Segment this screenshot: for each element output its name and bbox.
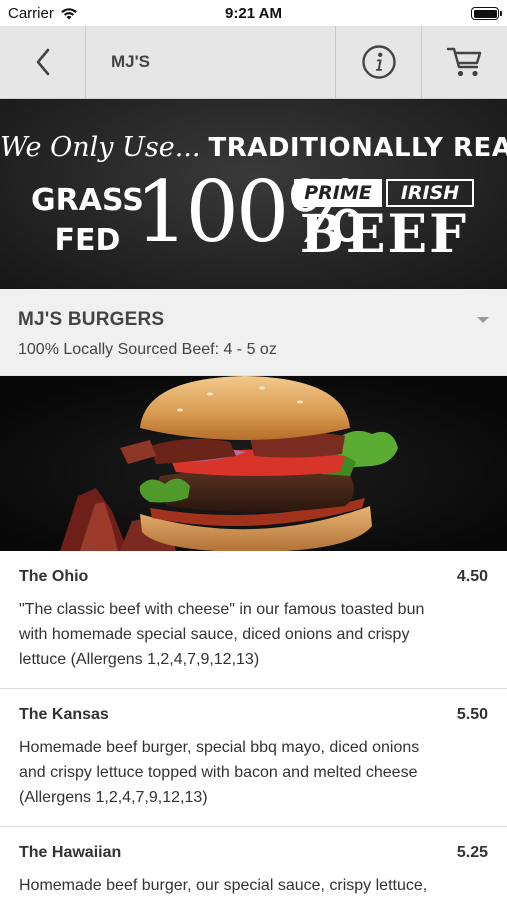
burger-image [0,376,507,551]
cart-icon [446,47,481,77]
item-name: The Kansas [19,706,109,723]
banner-prime-text: PRIME [294,179,382,207]
item-description: "The classic beef with cheese" in our fa… [19,601,425,668]
info-icon [361,45,396,79]
battery-icon [471,7,502,20]
banner-irish-text: IRISH [386,179,474,207]
category-title: MJ'S BURGERS [18,309,165,330]
info-button[interactable] [335,26,421,98]
caret-down-icon [477,317,489,323]
back-button[interactable] [0,26,86,98]
category-header[interactable]: MJ'S BURGERS 100% Locally Sourced Beef: … [0,289,507,376]
item-description: Homemade beef burger, our special sauce,… [19,877,428,894]
menu-item[interactable]: The Ohio 4.50 "The classic beef with che… [0,551,507,689]
item-description: Homemade beef burger, special bbq mayo, … [19,739,420,806]
promo-banner: We Only Use...TRADITIONALLY REARED GRASS… [0,99,507,289]
banner-grass-fed: GRASS FED [31,181,144,261]
menu-list: The Ohio 4.50 "The classic beef with che… [0,551,507,900]
item-name: The Ohio [19,568,89,585]
status-time: 9:21 AM [225,5,282,22]
item-name: The Hawaiian [19,844,122,861]
banner-caps-text: TRADITIONALLY REARED [208,133,507,163]
item-price: 4.50 [456,568,488,585]
nav-bar: MJ'S [0,26,507,99]
item-price: 5.25 [456,844,488,861]
banner-prime-irish: PRIME IRISH [294,179,474,207]
status-bar: Carrier 9:21 AM [0,0,507,26]
banner-grass-text: GRASS [31,183,144,218]
category-subtitle: 100% Locally Sourced Beef: 4 - 5 oz [18,341,277,358]
item-price: 5.50 [456,706,488,723]
cart-button[interactable] [421,26,507,98]
banner-beef-text: BEEF [299,204,469,265]
banner-fed-text: FED [54,223,121,258]
menu-item[interactable]: The Hawaiian 5.25 Homemade beef burger, … [0,827,507,900]
banner-script-text: We Only Use... [0,132,201,163]
chevron-left-icon [36,48,49,76]
page-title: MJ'S [111,52,150,71]
menu-item[interactable]: The Kansas 5.50 Homemade beef burger, sp… [0,689,507,827]
banner-headline: We Only Use...TRADITIONALLY REARED [0,132,507,163]
